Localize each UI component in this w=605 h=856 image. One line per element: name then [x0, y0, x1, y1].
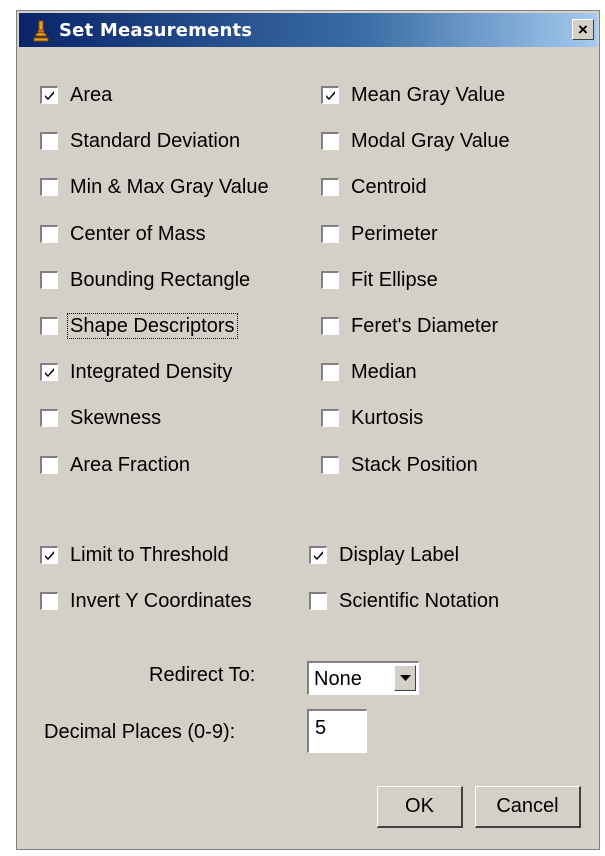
checkbox-label: Perimeter: [351, 222, 438, 245]
checkbox-label: Bounding Rectangle: [70, 268, 251, 291]
checkbox-box[interactable]: [309, 592, 327, 610]
microscope-icon: [33, 20, 49, 42]
checkbox-label: Mean Gray Value: [351, 84, 506, 106]
title-bar[interactable]: Set Measurements ×: [19, 13, 597, 47]
checkbox-box[interactable]: [40, 317, 58, 335]
checkbox-box[interactable]: [40, 178, 58, 197]
dialog-title: Set Measurements: [59, 20, 253, 41]
close-button[interactable]: ×: [572, 19, 594, 40]
checkbox-label: Kurtosis: [351, 407, 424, 430]
checkbox-label: Median: [351, 361, 417, 384]
checkmark-icon[interactable]: [40, 363, 58, 382]
ok-button[interactable]: OK: [377, 786, 463, 828]
checkbox-label: Area Fraction: [70, 453, 191, 476]
checkbox-box[interactable]: [321, 409, 339, 428]
checkmark-icon[interactable]: [40, 546, 58, 564]
checkbox-box[interactable]: [40, 592, 58, 610]
checkbox-box[interactable]: [40, 455, 58, 474]
checkbox-label: Center of Mass: [70, 222, 206, 245]
checkmark-icon[interactable]: [321, 86, 339, 104]
checkmark-icon[interactable]: [309, 546, 327, 564]
checkbox-box[interactable]: [40, 270, 58, 289]
checkmark-icon[interactable]: [40, 86, 58, 104]
checkbox-box[interactable]: [321, 270, 339, 289]
checkbox-label: Stack Position: [351, 453, 478, 476]
checkbox-label: Centroid: [351, 176, 427, 199]
checkbox-label: Integrated Density: [70, 361, 233, 384]
checkbox-box[interactable]: [40, 132, 58, 151]
decimal-places-label: Decimal Places (0-9):: [44, 721, 236, 743]
set-measurements-dialog: Set Measurements × Area Mean Gray Value St…: [16, 10, 600, 850]
redirect-select[interactable]: None: [307, 661, 419, 695]
dropdown-arrow-icon[interactable]: [394, 665, 416, 691]
checkbox-box[interactable]: [40, 409, 58, 428]
decimal-places-input[interactable]: 5: [307, 709, 367, 753]
checkbox-label: Display Label: [339, 544, 460, 566]
checkbox-label: Modal Gray Value: [351, 130, 510, 153]
checkbox-label: Fit Ellipse: [351, 268, 438, 291]
checkbox-box[interactable]: [321, 317, 339, 335]
checkbox-label: Feret's Diameter: [351, 315, 499, 337]
checkbox-label: Invert Y Coordinates: [70, 590, 252, 612]
checkbox-label: Shape Descriptors: [67, 313, 238, 339]
checkbox-box[interactable]: [321, 455, 339, 474]
checkbox-box[interactable]: [321, 178, 339, 197]
checkbox-label: Scientific Notation: [339, 590, 500, 612]
cancel-button[interactable]: Cancel: [475, 786, 581, 828]
checkbox-box[interactable]: [321, 224, 339, 243]
checkbox-label: Area: [70, 84, 113, 106]
checkbox-box[interactable]: [321, 132, 339, 151]
redirect-label: Redirect To:: [149, 664, 256, 686]
checkbox-box[interactable]: [321, 363, 339, 382]
checkbox-label: Skewness: [70, 407, 162, 430]
redirect-value: None: [314, 668, 362, 690]
checkbox-label: Min & Max Gray Value: [70, 176, 269, 199]
checkbox-label: Limit to Threshold: [70, 544, 229, 566]
checkbox-label: Standard Deviation: [70, 130, 241, 153]
checkbox-box[interactable]: [40, 224, 58, 243]
